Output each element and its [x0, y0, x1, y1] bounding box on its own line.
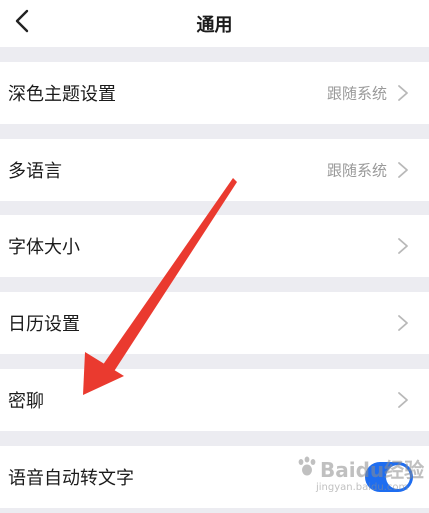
setting-row-calendar[interactable]: 日历设置 — [0, 292, 429, 354]
watermark-text: Baidu经验 — [320, 458, 425, 482]
setting-row-font-size[interactable]: 字体大小 — [0, 215, 429, 277]
setting-label: 深色主题设置 — [8, 84, 116, 105]
setting-row-secret-chat[interactable]: 密聊 — [0, 369, 429, 431]
chevron-right-icon — [398, 85, 408, 101]
setting-label: 语音自动转文字 — [8, 468, 134, 489]
page-title: 通用 — [196, 15, 233, 36]
setting-label: 密聊 — [8, 391, 44, 412]
setting-label: 多语言 — [8, 161, 62, 182]
chevron-right-icon — [398, 315, 408, 331]
setting-row-language[interactable]: 多语言 跟随系统 — [0, 139, 429, 201]
setting-label: 字体大小 — [8, 237, 80, 258]
watermark-url: jingyan.baidu.com — [316, 482, 409, 493]
chevron-right-icon — [398, 392, 408, 408]
setting-row-dark-theme[interactable]: 深色主题设置 跟随系统 — [0, 62, 429, 124]
paw-icon — [298, 456, 316, 476]
top-bar: 通用 — [0, 0, 429, 47]
setting-label: 日历设置 — [8, 314, 80, 335]
setting-value: 跟随系统 — [326, 161, 387, 180]
setting-value: 跟随系统 — [326, 84, 387, 103]
baidu-watermark: Baidu经验 jingyan.baidu.com — [298, 452, 425, 500]
chevron-right-icon — [398, 162, 408, 178]
chevron-right-icon — [398, 238, 408, 254]
